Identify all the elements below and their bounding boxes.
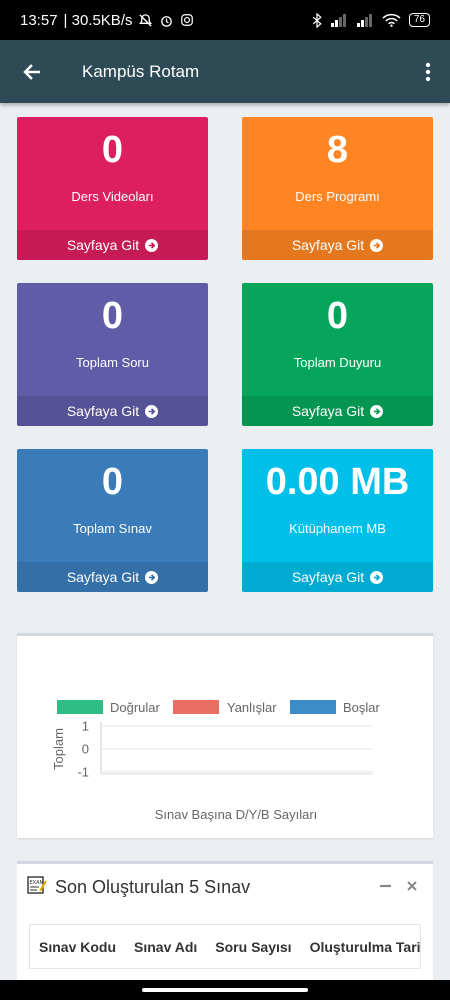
tile-label: Toplam Sınav <box>73 521 152 536</box>
tile-link[interactable]: Sayfaya Git <box>17 562 208 592</box>
tile-toplam-soru: 0 Toplam Soru Sayfaya Git <box>17 283 208 426</box>
tile-value: 0 <box>326 295 349 337</box>
tile-link[interactable]: Sayfaya Git <box>242 562 433 592</box>
legend-label: Boşlar <box>343 700 381 715</box>
battery-indicator: 76 <box>408 13 430 27</box>
status-network-speed: | 30.5KB/s <box>63 11 133 29</box>
legend-label: Yanlışlar <box>227 700 277 715</box>
minus-icon <box>380 884 391 888</box>
tile-value: 0 <box>101 129 124 171</box>
arrow-circle-right-icon <box>370 404 384 418</box>
column-header-soru-sayisi[interactable]: Soru Sayısı <box>206 939 300 955</box>
arrow-left-icon <box>23 63 40 80</box>
status-bar: 13:57 | 30.5KB/s 76 <box>0 0 450 40</box>
arrow-circle-right-icon <box>145 238 159 252</box>
arrow-circle-right-icon <box>370 570 384 584</box>
tile-value: 0 <box>101 461 124 503</box>
tile-link-label: Sayfaya Git <box>291 403 365 419</box>
tile-link[interactable]: Sayfaya Git <box>17 396 208 426</box>
recent-exams-card: EXAM Son Oluşturulan 5 Sınav Sınav Kodu … <box>17 861 433 980</box>
legend-label: Doğrular <box>110 700 161 715</box>
tile-link[interactable]: Sayfaya Git <box>242 230 433 260</box>
x-axis-label: Sınav Başına D/Y/B Sayıları <box>155 807 318 822</box>
y-tick-label: -1 <box>77 765 89 780</box>
tile-label: Ders Programı <box>295 189 380 204</box>
tile-link-label: Sayfaya Git <box>66 403 140 419</box>
tile-ders-programi: 8 Ders Programı Sayfaya Git <box>242 117 433 260</box>
tile-ders-videolari: 0 Ders Videoları Sayfaya Git <box>17 117 208 260</box>
close-icon <box>407 881 417 891</box>
tile-toplam-duyuru: 0 Toplam Duyuru Sayfaya Git <box>242 283 433 426</box>
tile-link-label: Sayfaya Git <box>291 237 365 253</box>
recent-exams-header: EXAM Son Oluşturulan 5 Sınav <box>17 864 433 910</box>
tile-link[interactable]: Sayfaya Git <box>17 230 208 260</box>
arrow-circle-right-icon <box>370 238 384 252</box>
column-header-sinav-kodu[interactable]: Sınav Kodu <box>30 939 125 955</box>
tile-label: Ders Videoları <box>71 189 154 204</box>
tile-value: 0.00 MB <box>265 461 410 503</box>
tile-value: 0 <box>101 295 124 337</box>
column-header-sinav-adi[interactable]: Sınav Adı <box>125 939 206 955</box>
y-axis-label: Toplam <box>51 728 66 770</box>
tile-kutuphanem: 0.00 MB Kütüphanem MB Sayfaya Git <box>242 449 433 592</box>
instagram-icon <box>180 13 194 27</box>
alarm-icon <box>159 13 174 28</box>
legend-swatch <box>173 700 219 714</box>
tile-link-label: Sayfaya Git <box>66 569 140 585</box>
back-button[interactable] <box>0 40 64 103</box>
y-tick-label: 1 <box>82 719 89 734</box>
y-tick-label: 0 <box>82 742 89 757</box>
home-gesture-handle[interactable] <box>142 988 308 992</box>
collapse-button[interactable] <box>380 878 391 896</box>
main-content: 0 Ders Videoları Sayfaya Git 8 Ders Prog… <box>0 103 450 980</box>
exam-icon: EXAM <box>27 875 47 899</box>
tile-label: Toplam Duyuru <box>293 355 382 370</box>
tile-link-label: Sayfaya Git <box>291 569 365 585</box>
app-title: Kampüs Rotam <box>82 61 200 81</box>
more-vertical-icon <box>425 62 431 81</box>
tile-link[interactable]: Sayfaya Git <box>242 396 433 426</box>
arrow-circle-right-icon <box>145 570 159 584</box>
chart-card: Doğrular Yanlışlar Boşlar 1 0 -1 Toplam Sınav B… <box>17 633 433 838</box>
dyb-chart: Doğrular Yanlışlar Boşlar 1 0 -1 Toplam Sınav B… <box>51 700 381 822</box>
tile-label: Kütüphanem MB <box>289 521 386 536</box>
legend-swatch <box>57 700 103 714</box>
tile-toplam-sinav: 0 Toplam Sınav Sayfaya Git <box>17 449 208 592</box>
tile-link-label: Sayfaya Git <box>66 237 140 253</box>
close-button[interactable] <box>407 878 417 896</box>
signal-icon-2 <box>356 13 374 27</box>
recent-exams-table: Sınav Kodu Sınav Adı Soru Sayısı Oluştur… <box>29 924 421 969</box>
bell-muted-icon <box>138 13 153 28</box>
app-bar: Kampüs Rotam <box>0 40 450 103</box>
system-navigation-bar <box>0 980 450 1000</box>
bluetooth-icon <box>312 12 322 28</box>
legend-swatch <box>290 700 336 714</box>
status-time: 13:57 <box>20 11 58 29</box>
arrow-circle-right-icon <box>145 404 159 418</box>
overflow-menu-button[interactable] <box>406 40 450 103</box>
tile-label: Toplam Soru <box>76 355 149 370</box>
tile-value: 8 <box>326 129 349 171</box>
recent-exams-title: Son Oluşturulan 5 Sınav <box>55 876 251 897</box>
column-header-olusturulma-tarihi[interactable]: Oluşturulma Tarihi <box>301 939 420 955</box>
svg-text:EXAM: EXAM <box>30 880 44 886</box>
wifi-icon <box>382 13 401 27</box>
signal-icon-1 <box>330 13 348 27</box>
